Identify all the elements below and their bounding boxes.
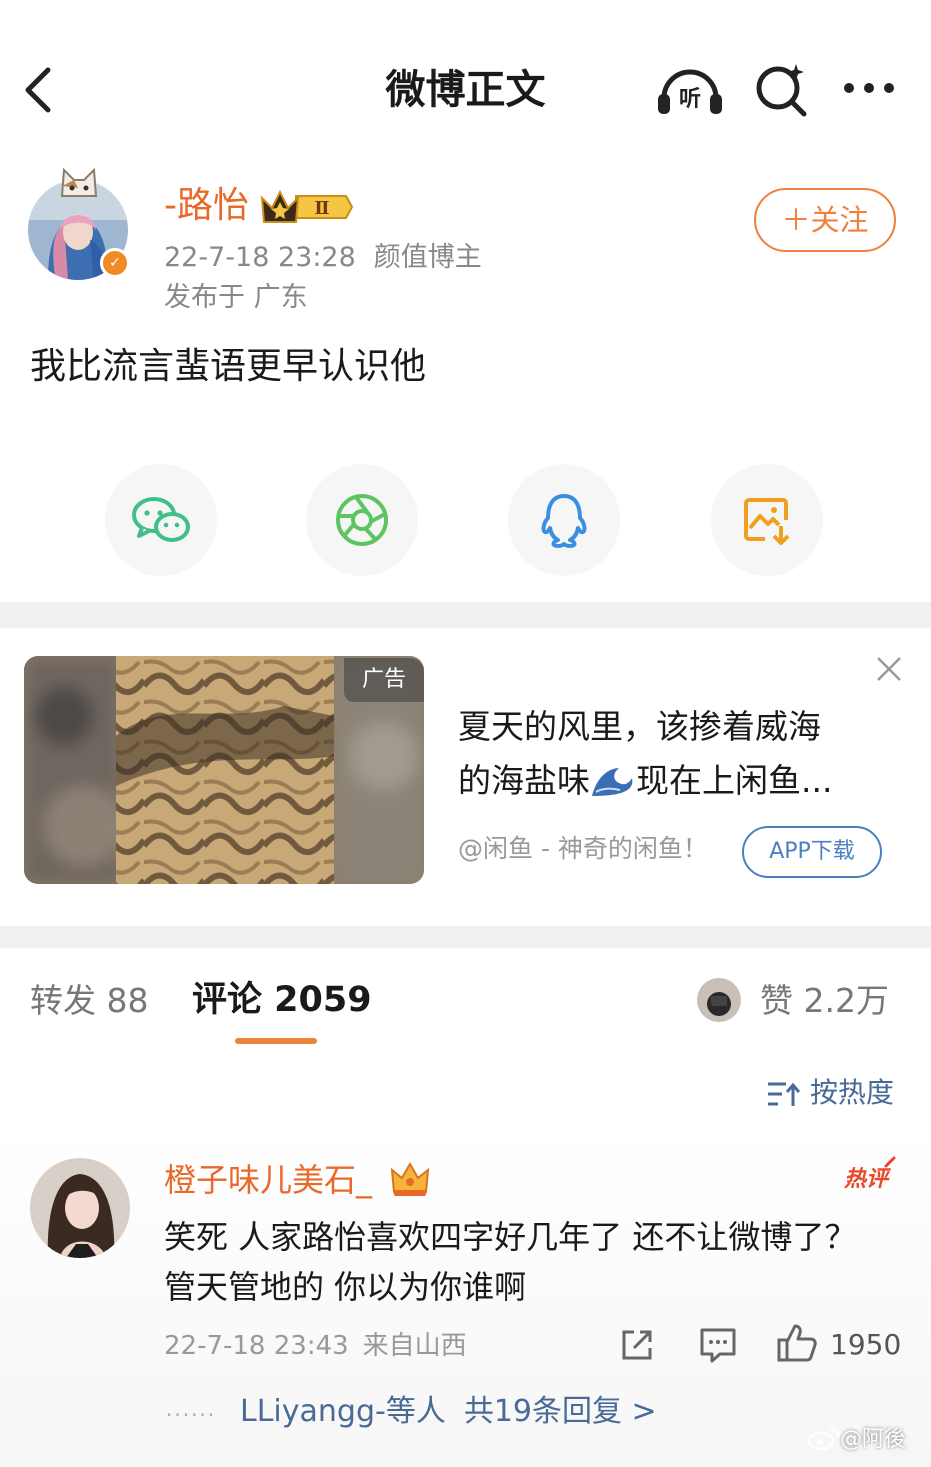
- post-date: 22-7-18 23:28: [164, 242, 356, 273]
- tab-comment[interactable]: 评论 2059: [192, 976, 372, 1024]
- section-divider: [0, 926, 931, 948]
- app-download-button[interactable]: APP下载: [742, 826, 882, 878]
- commenter-avatar[interactable]: [30, 1158, 130, 1258]
- post-text: 我比流言蜚语更早认识他: [30, 346, 427, 387]
- vip-level-text: Ⅱ: [314, 198, 329, 219]
- hot-comment-label: 热评: [843, 1167, 892, 1192]
- weibo-watermark: @阿後: [807, 1424, 907, 1456]
- ad-tag: 广告: [344, 658, 424, 702]
- reply-count: 共19条回复 >: [463, 1394, 657, 1429]
- comment-like-count: 1950: [830, 1328, 902, 1361]
- ad-title-line2a: 的海盐味: [458, 761, 590, 800]
- crown-badge-icon: [390, 1160, 430, 1198]
- sort-icon[interactable]: [766, 1080, 801, 1108]
- hot-comment-badge: 热评: [836, 1154, 896, 1194]
- wave-emoji-icon: [590, 760, 636, 796]
- comment-source: 来自山西: [362, 1331, 467, 1361]
- tab-repost[interactable]: 转发 88: [30, 978, 148, 1024]
- cat-headdress-icon: [56, 166, 102, 200]
- comment-text: 笑死 人家路怡喜欢四字好几年了 还不让微博了？管天管地的 你以为你谁啊: [164, 1218, 857, 1306]
- qq-icon: [541, 494, 587, 548]
- comment-icon[interactable]: [698, 1326, 738, 1364]
- svg-text:听: 听: [679, 87, 701, 112]
- follow-button[interactable]: ＋关注: [754, 188, 896, 252]
- moments-share-button[interactable]: [306, 464, 418, 576]
- moments-icon: [336, 494, 388, 546]
- ad-title[interactable]: 夏天的风里，该掺着威海 的海盐味 现在上闲鱼...: [458, 700, 888, 808]
- section-divider: [0, 602, 931, 628]
- comment-meta: 22-7-18 23:43 来自山西: [164, 1328, 467, 1364]
- wechat-share-button[interactable]: [105, 464, 217, 576]
- vip-crown-icon[interactable]: Ⅱ: [260, 186, 354, 228]
- search-icon[interactable]: [752, 60, 812, 120]
- close-icon[interactable]: [872, 652, 906, 686]
- save-image-button[interactable]: [711, 464, 823, 576]
- ad-source: @闲鱼 - 神奇的闲鱼！: [458, 834, 708, 863]
- post-meta: 22-7-18 23:28 颜值博主: [164, 240, 482, 276]
- tab-like[interactable]: 赞 2.2万: [760, 978, 889, 1024]
- author-name[interactable]: -路怡: [164, 182, 249, 230]
- comment-date: 22-7-18 23:43: [164, 1331, 349, 1361]
- author-tag: 颜值博主: [373, 242, 482, 273]
- weibo-logo-icon: [807, 1427, 840, 1451]
- watermark-text: @阿後: [840, 1427, 907, 1452]
- more-icon[interactable]: [838, 66, 900, 110]
- tab-active-indicator: [235, 1038, 317, 1044]
- verified-badge-icon: ✓: [100, 248, 130, 278]
- back-icon[interactable]: [18, 62, 62, 118]
- liker-avatar: [697, 978, 741, 1022]
- ad-title-line1: 夏天的风里，该掺着威海: [458, 707, 821, 746]
- save-image-icon: [744, 498, 790, 545]
- post-location: 发布于 广东: [164, 282, 308, 313]
- reply-users: LLiyangg-等人: [240, 1394, 446, 1429]
- reply-dots: ......: [166, 1397, 217, 1421]
- qq-share-button[interactable]: [508, 464, 620, 576]
- commenter-name[interactable]: 橙子味儿美石_: [164, 1158, 372, 1202]
- listen-icon[interactable]: 听: [654, 58, 726, 118]
- like-icon[interactable]: [776, 1322, 818, 1364]
- share-icon[interactable]: [618, 1326, 656, 1364]
- ad-title-line2b: 现在上闲鱼...: [636, 761, 833, 800]
- wechat-icon: [132, 497, 190, 542]
- view-replies-link[interactable]: LLiyangg-等人 共19条回复 >: [240, 1390, 657, 1434]
- sort-by-hot[interactable]: 按热度: [810, 1074, 894, 1112]
